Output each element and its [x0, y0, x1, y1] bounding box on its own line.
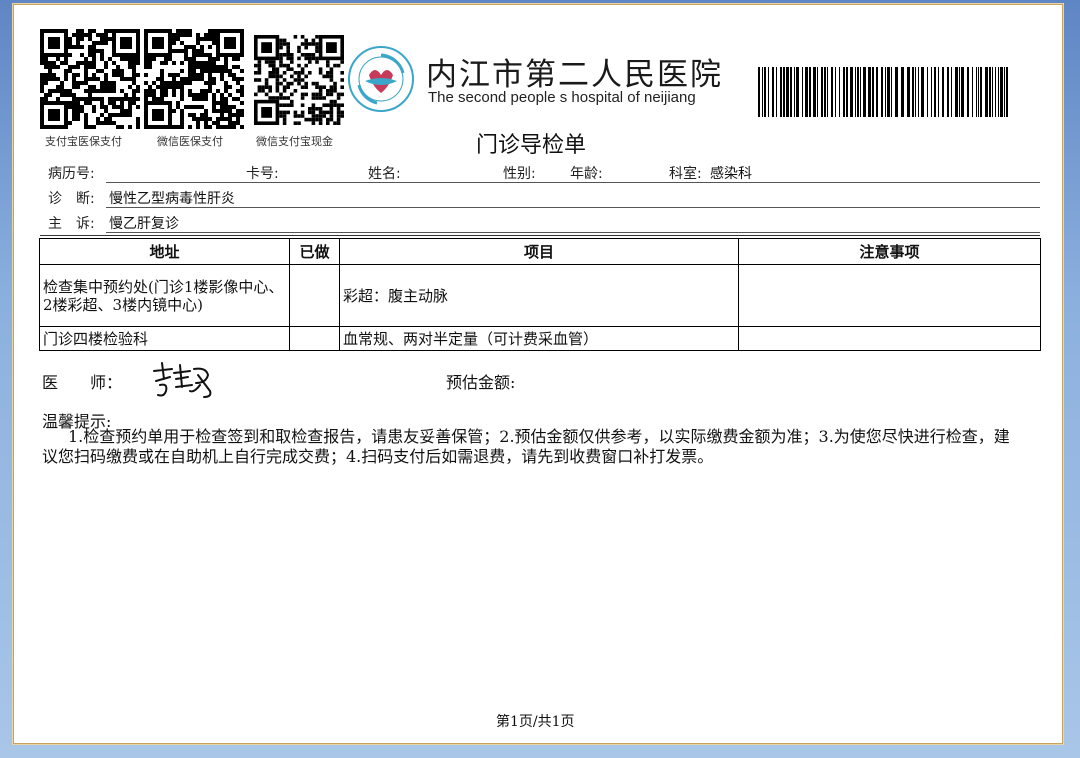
doctor-label: 医 师： [42, 373, 123, 392]
row-done[interactable] [289, 326, 340, 351]
alipay-qr-icon[interactable] [40, 29, 140, 129]
age-label: 年龄: [570, 166, 603, 182]
diagnosis-value: 慢性乙型病毒性肝炎 [109, 191, 235, 207]
sex-label: 性别: [503, 166, 536, 182]
hospital-name-en: The second people s hospital of neijiang [428, 89, 696, 106]
complaint-label: 主 诉: [48, 216, 95, 232]
qr-label-alipay: 支付宝医保支付 [45, 135, 122, 148]
cash-qr-icon[interactable] [254, 35, 344, 125]
table-header-row: 地址 已做 项目 注意事项 [39, 238, 1041, 265]
col-header-address: 地址 [39, 238, 290, 265]
row-address: 检查集中预约处(门诊1楼影像中心、2楼彩超、3楼内镜中心) [39, 264, 290, 327]
wechat-qr-icon[interactable] [144, 29, 244, 129]
card-no-label: 卡号: [246, 166, 279, 182]
name-label: 姓名: [368, 166, 401, 182]
diagnosis-line [106, 207, 1040, 208]
doctor-signature-icon [150, 357, 220, 401]
barcode-icon [758, 67, 1008, 117]
dept-label: 科室: [669, 166, 702, 182]
qr-label-wechat: 微信医保支付 [157, 135, 223, 148]
row-notes [738, 326, 1041, 351]
col-header-item: 项目 [339, 238, 739, 265]
dept-value: 感染科 [710, 166, 752, 182]
row-item: 血常规、两对半定量（可计费采血管） [339, 326, 739, 351]
diagnosis-label: 诊 断: [48, 191, 95, 207]
row-done[interactable] [289, 264, 340, 327]
table-row: 检查集中预约处(门诊1楼影像中心、2楼彩超、3楼内镜中心) 彩超：腹主动脉 [39, 264, 1041, 327]
hospital-logo-icon [347, 45, 415, 113]
record-no-label: 病历号: [48, 166, 95, 182]
tips-body: 1.检查预约单用于检查签到和取检查报告，请患友妥善保管；2.预估金额仅供参考，以… [42, 427, 1010, 466]
divider [40, 235, 1040, 236]
estimate-label: 预估金额: [446, 373, 516, 392]
page-indicator: 第1页/共1页 [496, 714, 575, 730]
complaint-line [106, 232, 1040, 233]
hospital-name-cn: 内江市第二人民医院 [426, 57, 723, 93]
page-title: 门诊导检单 [476, 133, 587, 158]
col-header-notes: 注意事项 [738, 238, 1041, 265]
qr-label-cash: 微信支付宝现金 [256, 135, 333, 148]
table-row: 门诊四楼检验科 血常规、两对半定量（可计费采血管） [39, 326, 1041, 351]
exam-table: 地址 已做 项目 注意事项 检查集中预约处(门诊1楼影像中心、2楼彩超、3楼内镜… [39, 238, 1041, 351]
row-notes [738, 264, 1041, 327]
guidance-sheet: 支付宝医保支付 微信医保支付 微信支付宝现金 内江市第二人民医院 The sec… [13, 4, 1063, 744]
row-address: 门诊四楼检验科 [39, 326, 290, 351]
col-header-done: 已做 [289, 238, 340, 265]
info-row1-line [106, 182, 1040, 183]
complaint-value: 慢乙肝复诊 [109, 216, 179, 232]
row-item: 彩超：腹主动脉 [339, 264, 739, 327]
